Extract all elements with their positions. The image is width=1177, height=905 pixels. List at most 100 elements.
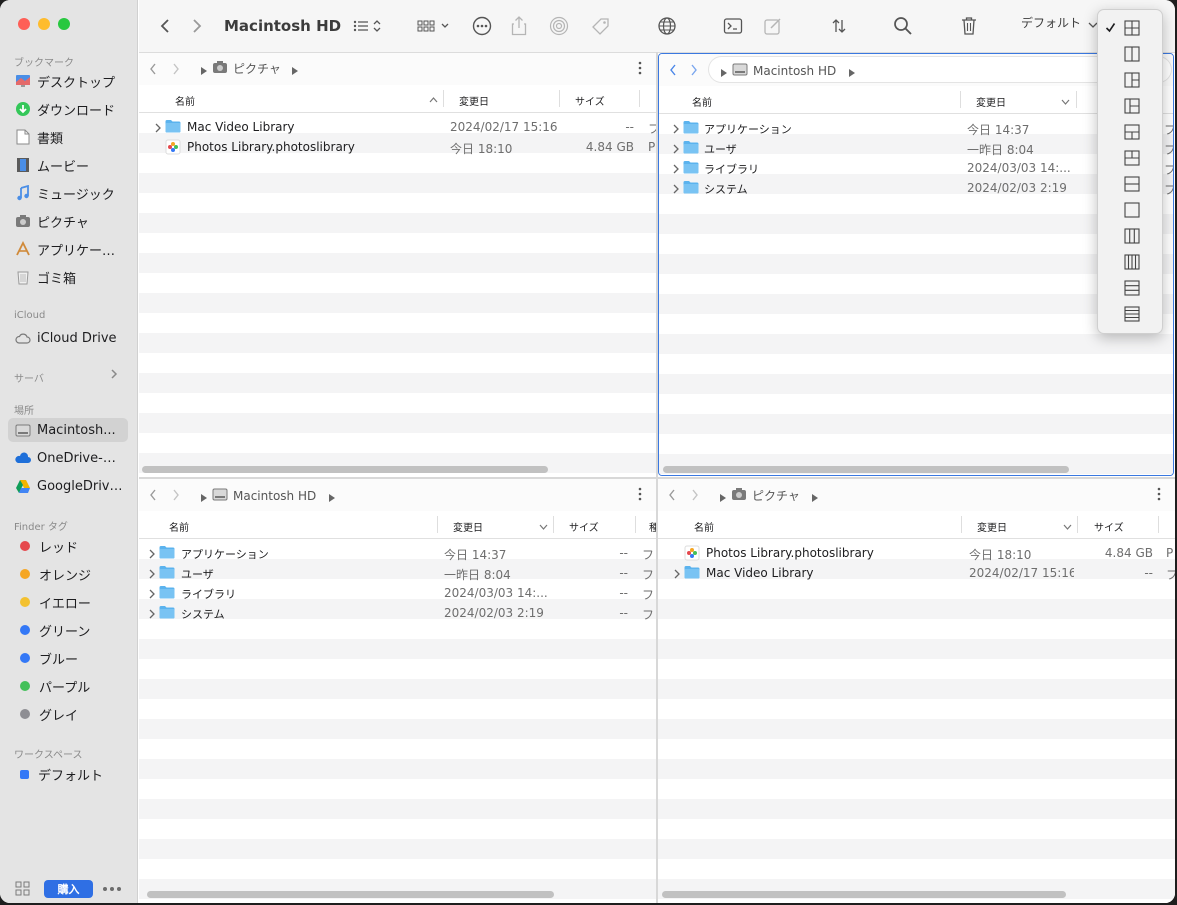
- column-modified-header[interactable]: 変更日: [453, 519, 483, 534]
- layout-option-left-top-bottom[interactable]: [1098, 67, 1162, 93]
- table-row[interactable]: システム 2024/02/03 2:19 フ: [659, 178, 1173, 198]
- forward-button[interactable]: [172, 488, 180, 505]
- back-button[interactable]: [669, 63, 677, 80]
- sidebar-tag-red[interactable]: レッド: [8, 534, 128, 558]
- globe-icon[interactable]: [655, 14, 679, 38]
- column-name-header[interactable]: 名前: [169, 519, 189, 534]
- trash-icon[interactable]: [957, 14, 981, 38]
- more-icon[interactable]: [101, 880, 123, 898]
- sidebar-item-applications[interactable]: アプリケー…: [8, 237, 128, 261]
- apps-grid-icon[interactable]: [14, 880, 34, 898]
- column-separator[interactable]: [1076, 91, 1077, 108]
- sidebar-item-desktop[interactable]: デスクトップ: [8, 69, 128, 93]
- sidebar-item-trash[interactable]: ゴミ箱: [8, 265, 128, 289]
- sidebar-item-macintosh-hd[interactable]: Macintosh...: [8, 418, 128, 442]
- disclosure-triangle-icon[interactable]: [149, 608, 155, 622]
- column-kind-header[interactable]: 種: [649, 519, 656, 534]
- list-view-icon[interactable]: [351, 14, 387, 38]
- back-button[interactable]: [668, 488, 676, 505]
- disclosure-triangle-icon[interactable]: [674, 568, 680, 582]
- column-separator[interactable]: [1077, 516, 1078, 533]
- column-size-header[interactable]: サイズ: [569, 519, 599, 534]
- table-row[interactable]: ライブラリ 2024/03/03 14:... -- フ: [139, 583, 656, 603]
- sidebar-tag-yellow[interactable]: イエロー: [8, 590, 128, 614]
- column-separator[interactable]: [553, 516, 554, 533]
- table-row[interactable]: ユーザ 一昨日 8:04 -- フ: [139, 563, 656, 583]
- workspace-dropdown[interactable]: デフォルト: [1021, 10, 1097, 34]
- minimize-button[interactable]: [38, 18, 50, 30]
- disclosure-triangle-icon[interactable]: [149, 588, 155, 602]
- layout-option-four-grid[interactable]: [1098, 15, 1162, 41]
- layout-option-left-big-right-split[interactable]: [1098, 93, 1162, 119]
- disclosure-triangle-icon[interactable]: [673, 123, 679, 137]
- column-separator[interactable]: [639, 90, 640, 107]
- disclosure-triangle-icon[interactable]: [149, 568, 155, 582]
- disclosure-triangle-icon[interactable]: [149, 548, 155, 562]
- forward-button[interactable]: [187, 14, 207, 38]
- column-name-header[interactable]: 名前: [692, 94, 712, 109]
- column-separator[interactable]: [960, 91, 961, 108]
- layout-option-four-rows[interactable]: [1098, 301, 1162, 327]
- kebab-menu-icon[interactable]: [638, 487, 642, 504]
- column-size-header[interactable]: サイズ: [1094, 519, 1124, 534]
- kebab-menu-icon[interactable]: [638, 61, 642, 78]
- path-item[interactable]: Macintosh HD: [732, 62, 836, 79]
- layout-option-top-wide-bottom-split[interactable]: [1098, 119, 1162, 145]
- sidebar-item-pictures[interactable]: ピクチャ: [8, 209, 128, 233]
- column-separator[interactable]: [437, 516, 438, 533]
- tag-icon[interactable]: [589, 14, 613, 38]
- layout-option-two-rows[interactable]: [1098, 171, 1162, 197]
- horizontal-scrollbar[interactable]: [662, 891, 1066, 898]
- layout-option-three-columns[interactable]: [1098, 223, 1162, 249]
- buy-button[interactable]: 購入: [44, 880, 93, 898]
- back-button[interactable]: [155, 14, 175, 38]
- layout-option-four-columns[interactable]: [1098, 249, 1162, 275]
- sidebar-tag-gray[interactable]: グレイ: [8, 702, 128, 726]
- share-icon[interactable]: [507, 14, 531, 38]
- sidebar-tag-purple[interactable]: パープル: [8, 674, 128, 698]
- back-button[interactable]: [149, 62, 157, 79]
- disclosure-triangle-icon[interactable]: [673, 183, 679, 197]
- horizontal-scrollbar[interactable]: [142, 466, 548, 473]
- column-name-header[interactable]: 名前: [694, 519, 714, 534]
- column-size-header[interactable]: サイズ: [575, 93, 605, 108]
- table-row[interactable]: ユーザ 一昨日 8:04 フ: [659, 138, 1173, 158]
- table-row[interactable]: Mac Video Library 2024/02/17 15:16 -- フ: [658, 563, 1175, 583]
- ellipsis-circle-icon[interactable]: [470, 14, 494, 38]
- sidebar-item-downloads[interactable]: ダウンロード: [8, 97, 128, 121]
- table-row[interactable]: アプリケーション 今日 14:37 フ: [659, 118, 1173, 138]
- disclosure-triangle-icon[interactable]: [673, 143, 679, 157]
- sidebar-item-onedrive[interactable]: OneDrive-…: [8, 446, 128, 470]
- layout-option-three-rows[interactable]: [1098, 275, 1162, 301]
- table-row[interactable]: Photos Library.photoslibrary 今日 18:10 4.…: [139, 137, 656, 157]
- layout-option-single-pane[interactable]: [1098, 197, 1162, 223]
- column-modified-header[interactable]: 変更日: [976, 94, 1006, 109]
- column-separator[interactable]: [1158, 516, 1159, 533]
- column-separator[interactable]: [559, 90, 560, 107]
- column-modified-header[interactable]: 変更日: [977, 519, 1007, 534]
- sort-icon[interactable]: [827, 14, 851, 38]
- disclosure-triangle-icon[interactable]: [673, 163, 679, 177]
- edit-icon[interactable]: [761, 14, 785, 38]
- table-row[interactable]: ライブラリ 2024/03/03 14:... フ: [659, 158, 1173, 178]
- horizontal-scrollbar[interactable]: [663, 466, 1069, 473]
- path-item[interactable]: ピクチャ: [731, 487, 800, 504]
- sidebar-item-googledrive[interactable]: GoogleDriv…: [8, 474, 128, 498]
- terminal-icon[interactable]: [721, 14, 745, 38]
- column-separator[interactable]: [443, 90, 444, 107]
- table-row[interactable]: Photos Library.photoslibrary 今日 18:10 4.…: [658, 543, 1175, 563]
- column-separator[interactable]: [961, 516, 962, 533]
- column-name-header[interactable]: 名前: [175, 93, 195, 108]
- column-separator[interactable]: [635, 516, 636, 533]
- layout-option-top-split-bottom-wide[interactable]: [1098, 145, 1162, 171]
- sidebar-tag-green[interactable]: グリーン: [8, 618, 128, 642]
- kebab-menu-icon[interactable]: [1157, 487, 1161, 504]
- search-icon[interactable]: [891, 14, 915, 38]
- sidebar-item-music[interactable]: ミュージック: [8, 181, 128, 205]
- sidebar-item-documents[interactable]: 書類: [8, 125, 128, 149]
- chevron-right-icon[interactable]: [110, 368, 122, 382]
- forward-button[interactable]: [691, 488, 699, 505]
- forward-button[interactable]: [172, 62, 180, 79]
- table-row[interactable]: Mac Video Library 2024/02/17 15:16 -- フ: [139, 117, 656, 137]
- sidebar-workspace-default[interactable]: デフォルト: [8, 762, 128, 786]
